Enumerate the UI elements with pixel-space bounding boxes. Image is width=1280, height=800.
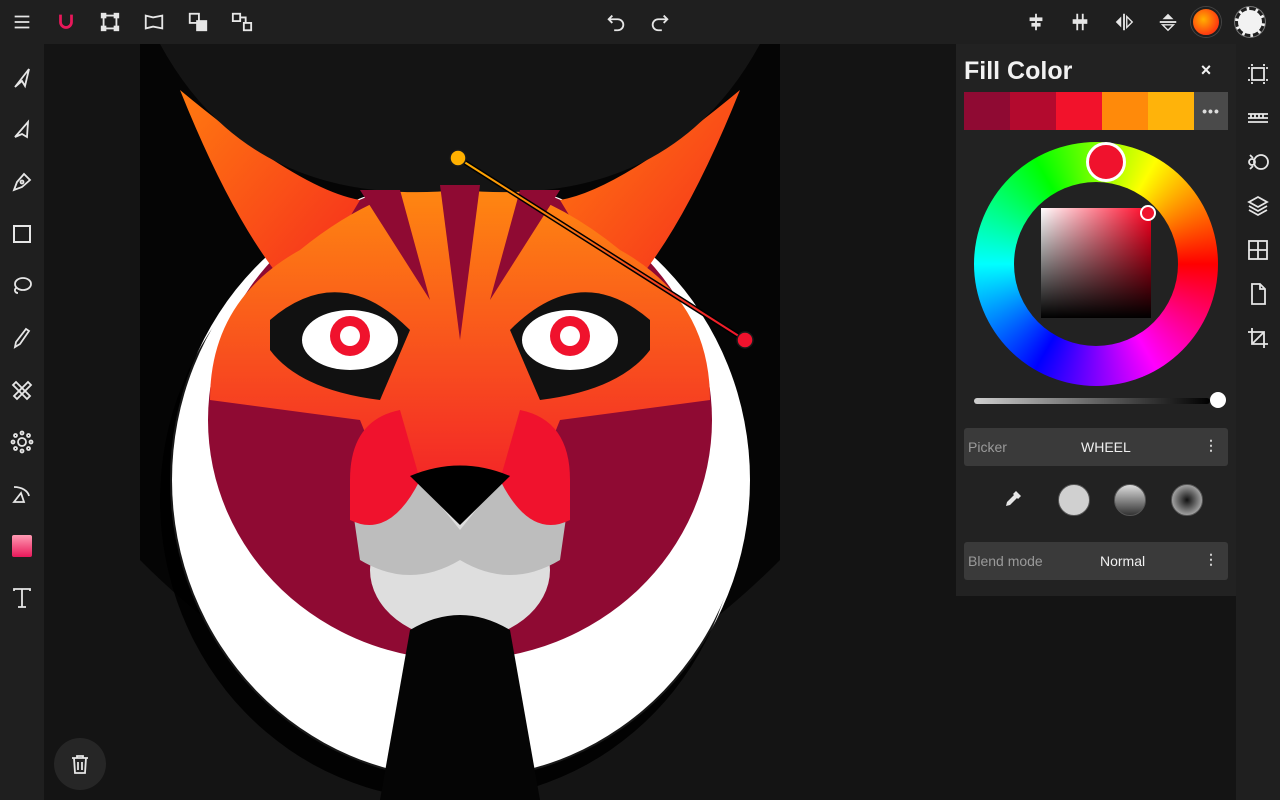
opacity-slider[interactable] — [974, 398, 1210, 404]
blend-mode-label: Blend mode — [968, 553, 1043, 569]
grid-icon[interactable] — [1238, 98, 1278, 138]
swatch-crimson[interactable] — [1010, 92, 1056, 130]
fill-type-selector — [964, 480, 1228, 520]
blend-mode-row[interactable]: Blend mode Normal ⋮ — [964, 542, 1228, 580]
more-swatches-button[interactable]: ••• — [1194, 92, 1228, 130]
redo-icon[interactable] — [642, 4, 678, 40]
solid-fill-button[interactable] — [1058, 484, 1090, 516]
pencil-icon[interactable] — [2, 318, 42, 358]
direct-select-icon[interactable] — [2, 110, 42, 150]
flip-vertical-icon[interactable] — [1150, 4, 1186, 40]
crop-icon[interactable] — [1238, 318, 1278, 358]
align-horizontal-icon[interactable] — [1018, 4, 1054, 40]
picker-menu-icon[interactable]: ⋮ — [1204, 437, 1218, 454]
trash-icon[interactable] — [54, 738, 106, 790]
radial-gradient-button[interactable] — [1171, 484, 1203, 516]
swatch-red[interactable] — [1056, 92, 1102, 130]
warp-icon[interactable] — [136, 4, 172, 40]
stroke-color-swatch[interactable] — [1232, 4, 1268, 40]
menu-icon[interactable] — [4, 4, 40, 40]
select-arrow-icon[interactable] — [2, 58, 42, 98]
left-toolbar — [0, 44, 44, 800]
swatch-amber[interactable] — [1148, 92, 1194, 130]
pen-icon[interactable] — [2, 162, 42, 202]
saturation-value-square[interactable] — [1041, 208, 1151, 318]
right-toolbar — [1236, 44, 1280, 800]
blend-menu-icon[interactable]: ⋮ — [1204, 551, 1218, 568]
flip-horizontal-icon[interactable] — [1106, 4, 1142, 40]
swatch-dark-crimson[interactable] — [964, 92, 1010, 130]
styles-icon[interactable] — [1238, 142, 1278, 182]
saturation-knob[interactable] — [1140, 205, 1156, 221]
distribute-icon[interactable] — [1062, 4, 1098, 40]
arrange-icon[interactable] — [180, 4, 216, 40]
artboard-icon[interactable] — [1238, 54, 1278, 94]
swatch-orange[interactable] — [1102, 92, 1148, 130]
eyedropper-icon[interactable] — [1000, 488, 1024, 512]
picker-row[interactable]: Picker WHEEL ⋮ — [964, 428, 1228, 466]
group-icon[interactable] — [224, 4, 260, 40]
color-swatches: ••• — [964, 92, 1228, 130]
document-icon[interactable] — [1238, 274, 1278, 314]
magnet-snap-icon[interactable] — [48, 4, 84, 40]
fill-color-panel: Fill Color × ••• Picker WHEEL ⋮ Blend mo… — [956, 44, 1236, 596]
close-icon[interactable]: × — [1192, 56, 1220, 84]
gradient-icon[interactable] — [2, 526, 42, 566]
layers-icon[interactable] — [1238, 186, 1278, 226]
hue-knob[interactable] — [1086, 142, 1126, 182]
linear-gradient-button[interactable] — [1114, 484, 1146, 516]
eraser-icon[interactable] — [2, 370, 42, 410]
opacity-slider-knob[interactable] — [1210, 392, 1226, 408]
node-icon[interactable] — [2, 474, 42, 514]
panel-title: Fill Color — [964, 57, 1073, 85]
settings-cog-icon[interactable] — [2, 422, 42, 462]
picker-value: WHEEL — [1081, 439, 1131, 455]
lasso-icon[interactable] — [2, 266, 42, 306]
color-wheel[interactable] — [974, 142, 1218, 386]
blend-mode-value: Normal — [1100, 553, 1146, 569]
undo-icon[interactable] — [598, 4, 634, 40]
rectangle-icon[interactable] — [2, 214, 42, 254]
transform-icon[interactable] — [92, 4, 128, 40]
text-icon[interactable] — [2, 578, 42, 618]
top-toolbar — [0, 0, 1280, 44]
picker-label: Picker — [968, 439, 1007, 455]
fill-color-swatch[interactable] — [1188, 4, 1224, 40]
symbols-icon[interactable] — [1238, 230, 1278, 270]
